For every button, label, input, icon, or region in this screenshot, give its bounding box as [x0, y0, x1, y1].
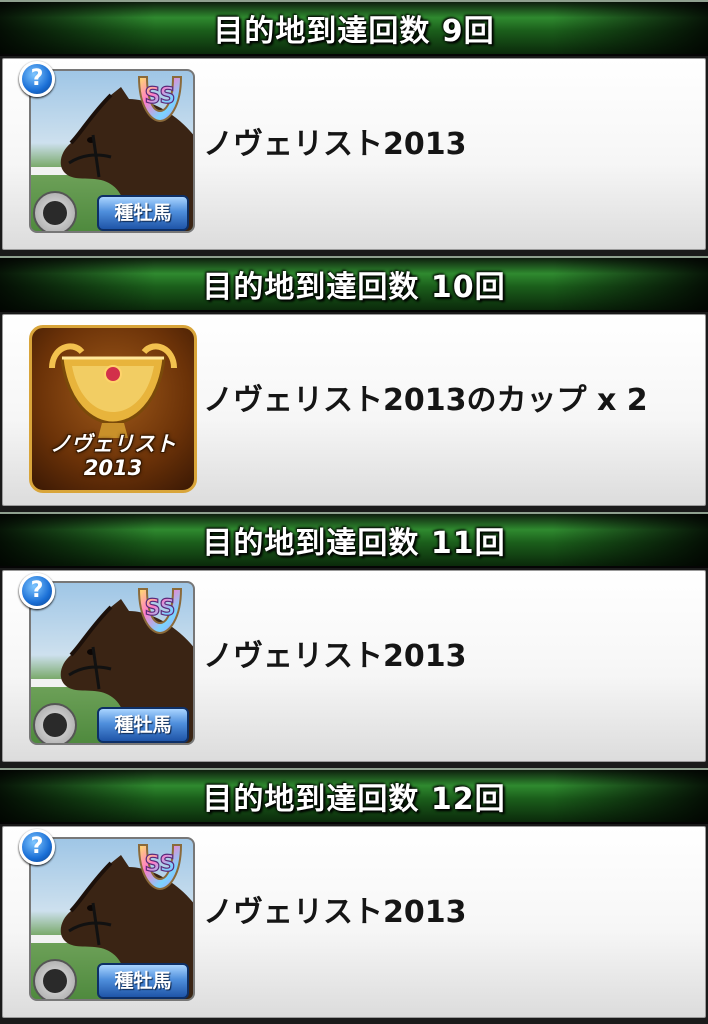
reward-section-9: 目的地到達回数 9回 種牡馬 ? SS ノヴェリスト2013	[0, 0, 708, 256]
rank-ss-icon: SS	[137, 588, 183, 635]
help-icon[interactable]: ?	[19, 829, 55, 865]
section-header: 目的地到達回数 11回	[0, 512, 708, 568]
reward-panel[interactable]: 種牡馬 ? SS ノヴェリスト2013	[2, 58, 706, 250]
section-header-title: 目的地到達回数 10回	[202, 270, 506, 305]
reward-panel[interactable]: ノヴェリスト 2013 ノヴェリスト2013のカップ x 2	[2, 314, 706, 506]
rank-ss-icon: SS	[137, 844, 183, 891]
section-header: 目的地到達回数 10回	[0, 256, 708, 312]
reward-section-12: 目的地到達回数 12回 種牡馬 ? SS ノヴェリスト2013	[0, 768, 708, 1024]
section-header-title: 目的地到達回数 12回	[202, 782, 506, 817]
type-badge: 種牡馬	[97, 195, 189, 231]
svg-text:SS: SS	[145, 852, 176, 877]
rank-ss-icon: SS	[137, 76, 183, 123]
item-name: ノヴェリスト2013のカップ x 2	[203, 383, 648, 418]
reward-section-10: 目的地到達回数 10回 ノヴェリスト 2013 ノヴェリスト2013のカップ x…	[0, 256, 708, 512]
cup-label-line-1: ノヴェリスト	[50, 432, 176, 456]
type-badge: 種牡馬	[97, 963, 189, 999]
reward-section-11: 目的地到達回数 11回 種牡馬 ? SS ノヴェリスト2013	[0, 512, 708, 768]
reward-panel[interactable]: 種牡馬 ? SS ノヴェリスト2013	[2, 826, 706, 1018]
cup-card[interactable]: ノヴェリスト 2013	[29, 325, 197, 493]
reward-panel[interactable]: 種牡馬 ? SS ノヴェリスト2013	[2, 570, 706, 762]
help-icon[interactable]: ?	[19, 573, 55, 609]
status-ring-icon	[33, 703, 77, 743]
section-header-title: 目的地到達回数 11回	[202, 526, 506, 561]
status-ring-icon	[33, 959, 77, 999]
cup-label: ノヴェリスト 2013	[32, 432, 194, 480]
help-icon[interactable]: ?	[19, 61, 55, 97]
svg-text:SS: SS	[145, 596, 176, 621]
section-header: 目的地到達回数 12回	[0, 768, 708, 824]
cup-label-line-2: 2013	[83, 456, 143, 480]
item-name: ノヴェリスト2013	[203, 895, 467, 930]
status-ring-icon	[33, 191, 77, 231]
item-name: ノヴェリスト2013	[203, 127, 467, 162]
section-header-title: 目的地到達回数 9回	[213, 14, 495, 49]
item-name: ノヴェリスト2013	[203, 639, 467, 674]
type-badge: 種牡馬	[97, 707, 189, 743]
svg-text:SS: SS	[145, 84, 176, 109]
section-header: 目的地到達回数 9回	[0, 0, 708, 56]
